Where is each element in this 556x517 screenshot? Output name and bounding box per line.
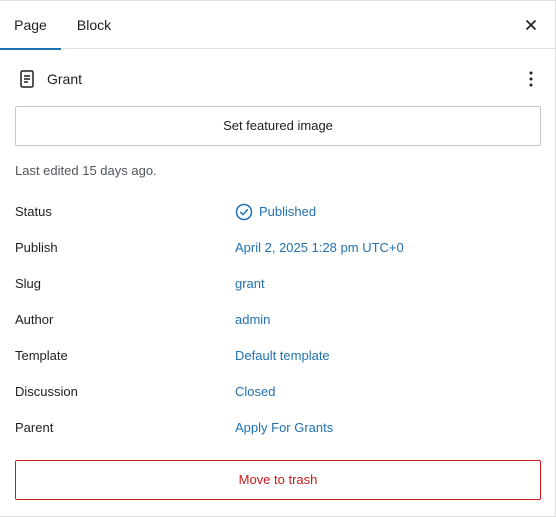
sidebar-tabs: Page Block bbox=[0, 1, 555, 50]
move-to-trash-button[interactable]: Move to trash bbox=[15, 460, 541, 500]
close-icon bbox=[525, 19, 537, 31]
more-vertical-icon bbox=[529, 71, 533, 87]
author-row: Author admin bbox=[15, 302, 543, 338]
parent-row: Parent Apply For Grants bbox=[15, 410, 543, 446]
slug-label: Slug bbox=[15, 276, 42, 291]
tab-block[interactable]: Block bbox=[61, 1, 127, 49]
status-label: Status bbox=[15, 204, 52, 219]
discussion-label: Discussion bbox=[15, 384, 78, 399]
last-edited-text: Last edited 15 days ago. bbox=[15, 163, 157, 178]
author-value[interactable]: admin bbox=[235, 302, 270, 338]
publish-date-value[interactable]: April 2, 2025 1:28 pm UTC+0 bbox=[235, 230, 404, 266]
author-label: Author bbox=[15, 312, 54, 327]
tab-page[interactable]: Page bbox=[0, 1, 61, 50]
page-icon bbox=[20, 70, 34, 88]
template-label: Template bbox=[15, 348, 68, 363]
status-value[interactable]: Published bbox=[259, 194, 316, 230]
publish-row: Publish April 2, 2025 1:28 pm UTC+0 bbox=[15, 230, 543, 266]
document-title-row: Grant bbox=[15, 65, 543, 93]
slug-value[interactable]: grant bbox=[235, 266, 265, 302]
set-featured-image-button[interactable]: Set featured image bbox=[15, 106, 541, 146]
page-title: Grant bbox=[47, 71, 83, 87]
parent-label: Parent bbox=[15, 420, 54, 435]
parent-value[interactable]: Apply For Grants bbox=[235, 410, 333, 446]
template-value[interactable]: Default template bbox=[235, 338, 330, 374]
close-button[interactable] bbox=[519, 13, 543, 37]
more-options-button[interactable] bbox=[519, 67, 543, 91]
slug-row: Slug grant bbox=[15, 266, 543, 302]
published-check-icon[interactable] bbox=[234, 202, 254, 222]
document-settings-panel: Page Block Grant Set featured image Last… bbox=[0, 0, 556, 517]
publish-label: Publish bbox=[15, 240, 58, 255]
discussion-row: Discussion Closed bbox=[15, 374, 543, 410]
template-row: Template Default template bbox=[15, 338, 543, 374]
status-row: Status Published bbox=[15, 194, 543, 230]
discussion-value[interactable]: Closed bbox=[235, 374, 275, 410]
